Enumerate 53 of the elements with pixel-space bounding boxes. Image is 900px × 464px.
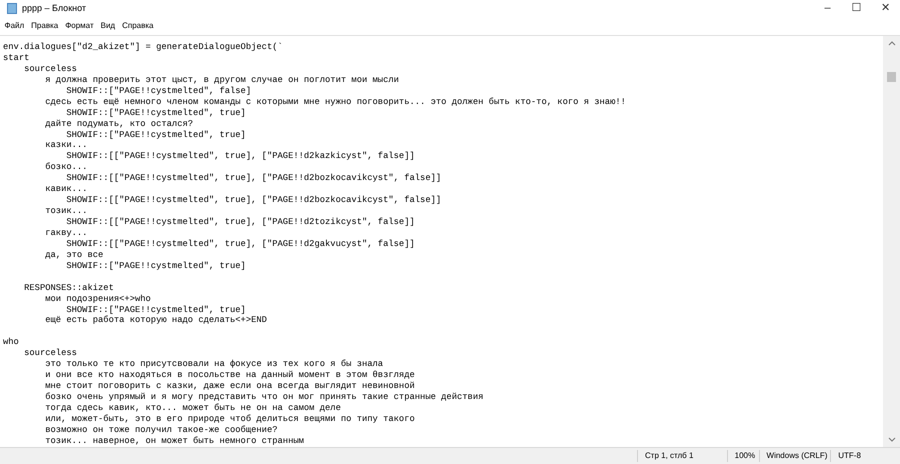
menu-item[interactable]: Файл bbox=[1, 20, 28, 32]
text-line: дайте подумать, кто остался? bbox=[44, 118, 194, 130]
vertical-scrollbar[interactable] bbox=[883, 36, 900, 447]
scroll-down-icon[interactable] bbox=[888, 437, 896, 443]
text-line: SHOWIF::["PAGE!!cystmelted", true] bbox=[65, 108, 246, 119]
scroll-up-icon[interactable] bbox=[888, 40, 896, 46]
window-title: pppp – Блокнот bbox=[22, 2, 86, 15]
menu-item[interactable]: Правка bbox=[28, 20, 62, 32]
text-line: sourceless bbox=[23, 64, 77, 75]
text-line: SHOWIF::[["PAGE!!cystmelted", true], ["PAGE!!d2gakvucyst", false]] bbox=[65, 238, 415, 250]
scrollbar-thumb[interactable] bbox=[887, 72, 896, 82]
text-line: гакву... bbox=[44, 228, 88, 239]
text-line: возможно он тоже получил такое-же сообщение? bbox=[44, 424, 278, 436]
text-line: SHOWIF::[["PAGE!!cystmelted", true], ["PAGE!!d2tozikcyst", false]] bbox=[65, 217, 415, 228]
maximize-button[interactable]: ☐ bbox=[842, 0, 871, 17]
menu-item[interactable]: Справка bbox=[118, 20, 157, 32]
text-line: who bbox=[3, 337, 19, 348]
close-button[interactable]: ✕ bbox=[871, 0, 900, 17]
status-text: UTF-8 bbox=[830, 450, 900, 462]
text-line: SHOWIF::["PAGE!!cystmelted", true] bbox=[65, 260, 246, 272]
text-line: SHOWIF::["PAGE!!cystmelted", true] bbox=[65, 304, 246, 316]
text-line: env.dialogues["d2_akizet"] = generateDialogueObject(` bbox=[3, 42, 283, 53]
text-line: кавик... bbox=[44, 184, 88, 196]
text-line: тогда сдесь кавик, кто... может быть не он на самом деле bbox=[44, 402, 341, 414]
text-line: мне стоит поговорить с казки, даже если она всегда выглядит невиновной bbox=[44, 381, 415, 392]
text-line: start bbox=[3, 52, 30, 64]
text-line: да, это все bbox=[44, 250, 104, 261]
text-line: сдесь есть ещё немного членом команды с которыми мне нужно поговорить... это должен быть кто-то, кого я знаю!! bbox=[44, 96, 626, 108]
text-line: это только те кто присутсвовали на фокусе из тех кого я бы знала bbox=[44, 359, 384, 370]
text-line: SHOWIF::[["PAGE!!cystmelted", true], ["PAGE!!d2kazkicyst", false]] bbox=[65, 151, 415, 162]
menu-item[interactable]: Вид bbox=[97, 20, 119, 32]
text-line: казки... bbox=[44, 140, 88, 152]
text-line: и они все кто находяться в посольстве на данный момент в этом θвзгляде bbox=[44, 370, 415, 382]
text-line: sourceless bbox=[23, 348, 77, 360]
text-line: ещё есть работа которую надо сделать<+>END bbox=[44, 315, 267, 326]
status-text: Стр 1, стлб 1 bbox=[637, 450, 727, 462]
text-line: SHOWIF::["PAGE!!cystmelted", true] bbox=[65, 130, 246, 140]
text-line: бозко очень упрямый и я могу представить что он мог принять такие странные действия bbox=[44, 392, 484, 403]
text-line: я должна проверить этот цыст, в другом случае он поглотит мои мысли bbox=[44, 74, 399, 86]
text-line: RESPONSES::akizet bbox=[23, 282, 114, 294]
text-line: тозик... наверное, он может быть немного странным bbox=[44, 436, 304, 447]
text-line: или, может-быть, это в его природе чтоб делиться вещями по типу такого bbox=[44, 414, 415, 425]
text-line: SHOWIF::[["PAGE!!cystmelted", true], ["PAGE!!d2bozkocavikcyst", false]] bbox=[65, 195, 442, 206]
notepad-icon bbox=[7, 3, 17, 14]
text-line: тозик... bbox=[44, 206, 88, 217]
text-line: бозко... bbox=[44, 162, 88, 174]
text-line: SHOWIF::["PAGE!!cystmelted", false] bbox=[65, 86, 252, 97]
text-line: SHOWIF::[["PAGE!!cystmelted", true], ["PAGE!!d2bozkocavikcyst", false]] bbox=[65, 173, 442, 184]
menu-item[interactable]: Формат bbox=[62, 20, 98, 32]
minimize-button[interactable]: – bbox=[813, 0, 842, 17]
status-text: 100% bbox=[726, 450, 759, 462]
status-text: Windows (CRLF) bbox=[758, 450, 830, 462]
text-line: мои подозрения<+>who bbox=[44, 294, 151, 304]
